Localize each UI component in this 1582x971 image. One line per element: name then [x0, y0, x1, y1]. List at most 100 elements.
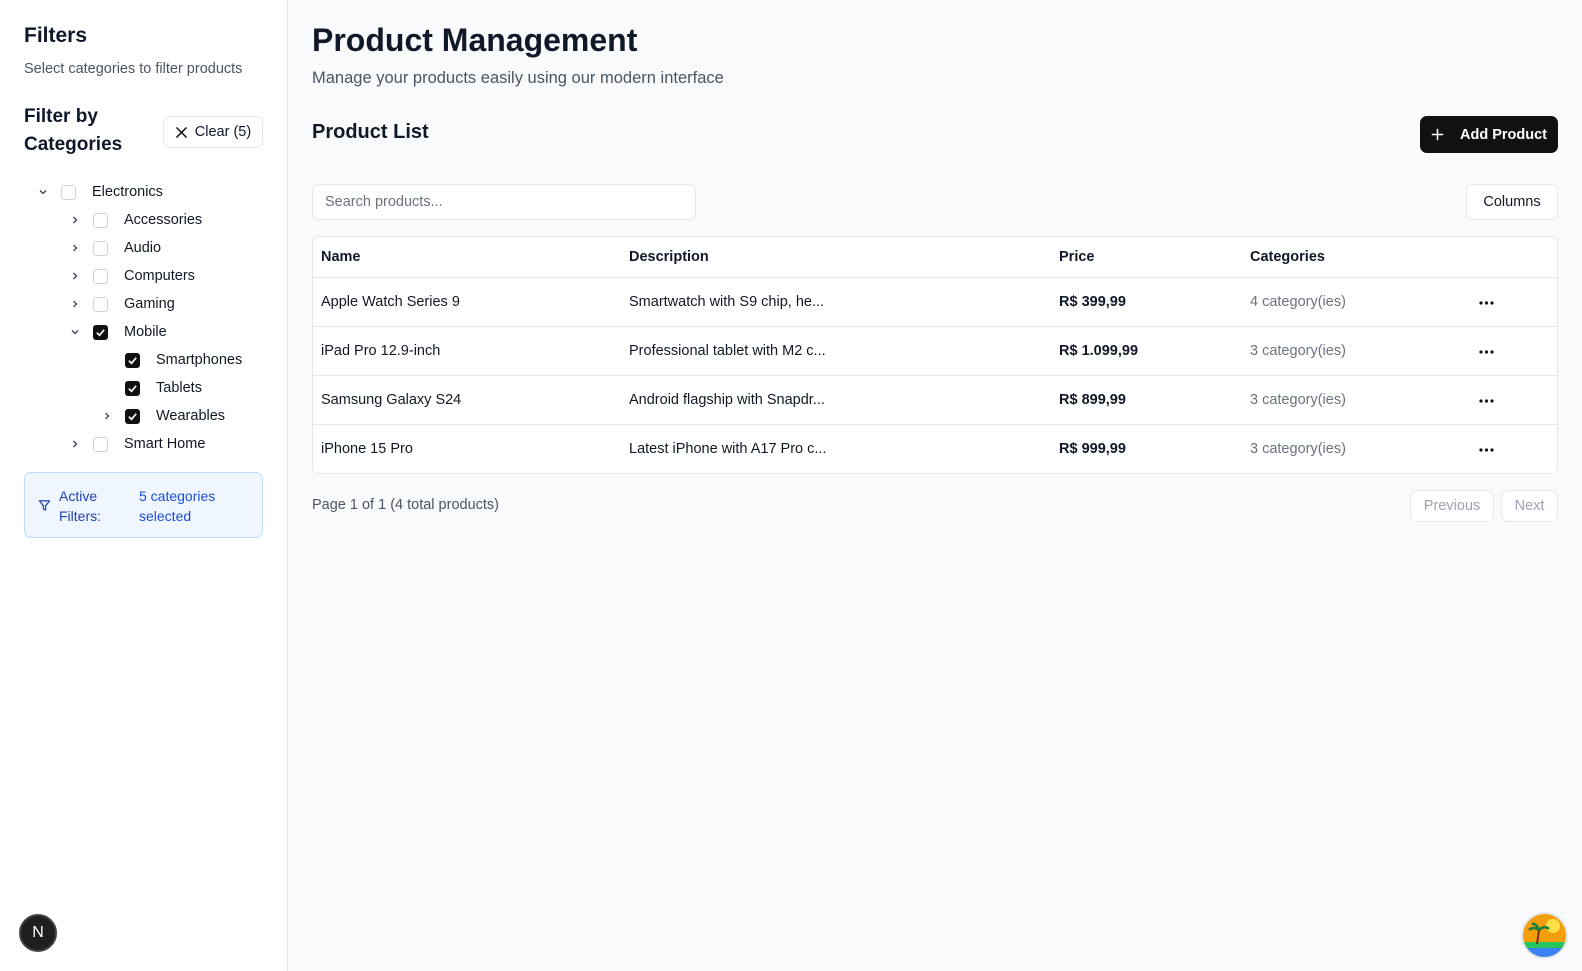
cell-price: R$ 999,99 [1059, 441, 1126, 457]
cell-description: Professional tablet with M2 c... [629, 343, 826, 359]
checkbox-smart-home[interactable] [93, 436, 108, 452]
tree-item-computers[interactable]: Computers [68, 264, 195, 288]
active-filters-value: 5 categories selected [139, 488, 216, 524]
checkbox-mobile[interactable] [93, 324, 108, 340]
cell-name: iPad Pro 12.9-inch [321, 343, 441, 359]
chevron-right-icon[interactable] [68, 437, 82, 451]
product-list-title: Product List [312, 121, 429, 143]
tree-label: Audio [124, 240, 162, 256]
checkbox-tablets[interactable] [125, 380, 140, 396]
tree-label: Mobile [124, 324, 167, 340]
cell-name: Samsung Galaxy S24 [321, 392, 462, 408]
chevron-right-icon[interactable] [68, 213, 82, 227]
chevron-right-icon[interactable] [68, 297, 82, 311]
header-name[interactable]: Name [321, 249, 361, 265]
cell-price: R$ 399,99 [1059, 294, 1126, 310]
cell-categories: 4 category(ies) [1250, 294, 1346, 310]
cell-price: R$ 1.099,99 [1059, 343, 1139, 359]
page-title: Product Management [312, 22, 638, 58]
tree-label: Accessories [124, 212, 203, 228]
tree-item-accessories[interactable]: Accessories [68, 208, 202, 232]
cell-categories: 3 category(ies) [1250, 343, 1346, 359]
add-product-button[interactable]: Add Product [1420, 116, 1558, 153]
tree-label: Smartphones [156, 352, 243, 368]
header-categories[interactable]: Categories [1250, 249, 1325, 265]
previous-button[interactable]: Previous [1410, 490, 1494, 522]
next-label: Next [1514, 498, 1545, 514]
avatar[interactable] [1521, 912, 1568, 959]
header-price[interactable]: Price [1059, 249, 1094, 265]
add-product-label: Add Product [1460, 126, 1547, 143]
checkbox-wearables[interactable] [125, 408, 140, 424]
tree-label: Tablets [156, 380, 202, 396]
active-filters-label: Active Filters: [59, 488, 101, 524]
close-icon [175, 126, 187, 138]
sidebar-subtitle: Select categories to filter products [24, 61, 243, 77]
cell-categories: 3 category(ies) [1250, 392, 1346, 408]
island-avatar-icon [1523, 914, 1566, 957]
cell-name: iPhone 15 Pro [321, 441, 413, 457]
tree-item-audio[interactable]: Audio [68, 236, 161, 260]
columns-label: Columns [1483, 194, 1541, 210]
checkbox-accessories[interactable] [93, 212, 108, 228]
columns-button[interactable]: Columns [1466, 184, 1558, 220]
checkbox-computers[interactable] [93, 268, 108, 284]
search-input[interactable] [312, 184, 696, 220]
cell-name: Apple Watch Series 9 [321, 294, 460, 310]
pagination-info: Page 1 of 1 (4 total products) [312, 497, 499, 513]
cell-description: Smartwatch with S9 chip, he... [629, 294, 825, 310]
tree-item-mobile[interactable]: Mobile [68, 320, 167, 344]
next-button[interactable]: Next [1501, 490, 1558, 522]
clear-filters-label: Clear (5) [194, 124, 252, 140]
more-icon[interactable] [1475, 390, 1497, 412]
tree-item-smartphones[interactable]: Smartphones [125, 348, 242, 372]
table-header: Name Description Price Categories [313, 237, 1557, 278]
n-badge[interactable]: N [19, 914, 57, 952]
chevron-right-icon[interactable] [68, 241, 82, 255]
cell-description: Android flagship with Snapdr... [629, 392, 825, 408]
cell-categories: 3 category(ies) [1250, 441, 1346, 457]
chevron-down-icon[interactable] [36, 185, 50, 199]
more-icon[interactable] [1475, 341, 1497, 363]
header-description[interactable]: Description [629, 249, 709, 265]
chevron-right-icon[interactable] [100, 409, 114, 423]
check-icon [96, 328, 105, 336]
tree-item-gaming[interactable]: Gaming [68, 292, 175, 316]
tree-label: Gaming [124, 296, 175, 312]
more-icon[interactable] [1475, 292, 1497, 314]
check-icon [128, 412, 137, 420]
tree-item-electronics[interactable]: Electronics [36, 180, 163, 204]
tree-item-wearables[interactable]: Wearables [100, 404, 225, 428]
table-row[interactable]: Apple Watch Series 9 Smartwatch with S9 … [313, 278, 1557, 327]
previous-label: Previous [1423, 498, 1481, 514]
plus-icon [1431, 128, 1444, 141]
chevron-right-icon[interactable] [68, 269, 82, 283]
check-icon [128, 356, 137, 364]
filter-icon [38, 500, 51, 511]
cell-description: Latest iPhone with A17 Pro c... [629, 441, 827, 457]
table-row[interactable]: iPhone 15 Pro Latest iPhone with A17 Pro… [313, 425, 1557, 473]
cell-price: R$ 899,99 [1059, 392, 1126, 408]
tree-item-tablets[interactable]: Tablets [125, 376, 202, 400]
checkbox-gaming[interactable] [93, 296, 108, 312]
tree-item-smart-home[interactable]: Smart Home [68, 432, 205, 456]
checkbox-audio[interactable] [93, 240, 108, 256]
check-icon [128, 384, 137, 392]
table-row[interactable]: iPad Pro 12.9-inch Professional tablet w… [313, 327, 1557, 376]
tree-label: Wearables [156, 408, 226, 424]
page-subtitle: Manage your products easily using our mo… [312, 69, 724, 87]
filter-heading: Filter by Categories [24, 106, 123, 155]
tree-label: Electronics [92, 184, 163, 200]
active-filters-panel: Active Filters: 5 categories selected [24, 472, 263, 538]
clear-filters-button[interactable]: Clear (5) [163, 116, 263, 148]
tree-label: Computers [124, 268, 195, 284]
chevron-down-icon[interactable] [68, 325, 82, 339]
more-icon[interactable] [1475, 439, 1497, 461]
sidebar-title: Filters [24, 24, 88, 47]
n-badge-letter: N [32, 924, 44, 941]
table-row[interactable]: Samsung Galaxy S24 Android flagship with… [313, 376, 1557, 425]
products-table: Name Description Price Categories Apple … [312, 236, 1558, 474]
tree-label: Smart Home [124, 436, 206, 452]
checkbox-electronics[interactable] [61, 184, 76, 200]
checkbox-smartphones[interactable] [125, 352, 140, 368]
